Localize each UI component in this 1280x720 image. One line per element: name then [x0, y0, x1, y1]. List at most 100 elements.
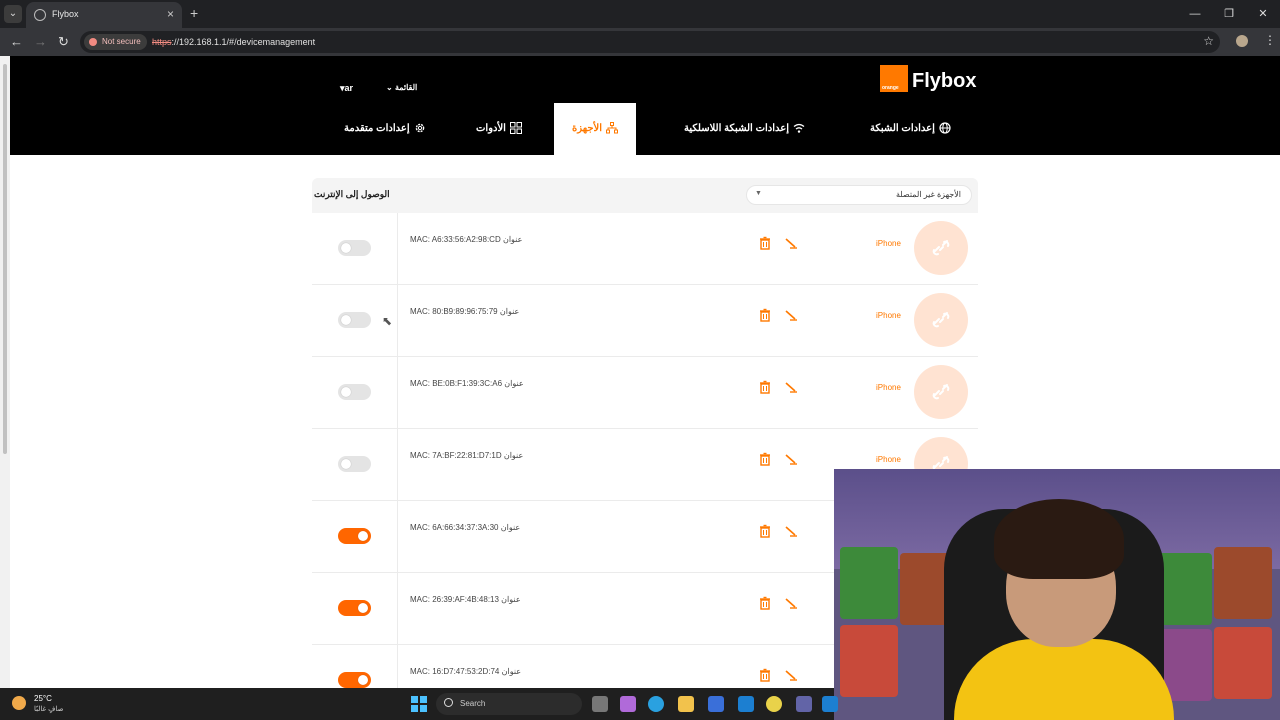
scroll-thumb[interactable]: [3, 64, 7, 454]
globe-icon: [34, 9, 46, 21]
nav-devices[interactable]: الأجهزة: [554, 103, 636, 155]
weather-icon[interactable]: [12, 696, 26, 710]
omnibox[interactable]: Not secure https://192.168.1.1/#/devicem…: [80, 31, 1220, 53]
edit-icon[interactable]: [784, 668, 798, 682]
orange-logo[interactable]: orange: [880, 65, 908, 92]
trash-icon[interactable]: [758, 308, 772, 322]
minimize-icon[interactable]: —: [1178, 0, 1212, 28]
tab-title: Flybox: [52, 9, 79, 19]
reload-icon[interactable]: ↻: [58, 34, 69, 50]
weather-condition: صافٍ غالبًا: [34, 706, 64, 713]
menu-dropdown[interactable]: ⌄ القائمة: [386, 83, 417, 92]
language-selector[interactable]: ▾ar: [340, 83, 353, 94]
brand-title: Flybox: [912, 70, 977, 92]
store-icon[interactable]: [708, 696, 724, 712]
device-mac: MAC: A6:33:56:A2:98:CD عنوان: [410, 235, 523, 244]
device-name[interactable]: iPhone: [876, 239, 901, 248]
windows-taskbar: 25°C صافٍ غالبًا Search: [0, 688, 838, 720]
bookmark-star-icon[interactable]: ☆: [1203, 34, 1214, 48]
link-broken-icon: [932, 384, 950, 400]
internet-access-toggle[interactable]: [338, 528, 371, 544]
cereal-box: [1214, 627, 1272, 699]
teams-icon[interactable]: [796, 696, 812, 712]
file-explorer-icon[interactable]: [678, 696, 694, 712]
mouse-cursor: ⬉: [382, 314, 393, 328]
column-divider: [397, 213, 398, 285]
column-divider: [397, 429, 398, 501]
device-avatar: [914, 365, 968, 419]
trash-icon[interactable]: [758, 452, 772, 466]
edit-icon[interactable]: [784, 380, 798, 394]
device-mac: MAC: 7A:BF:22:81:D7:1D عنوان: [410, 451, 524, 460]
webcam-overlay: [834, 469, 1280, 720]
edit-icon[interactable]: [784, 452, 798, 466]
trash-icon[interactable]: [758, 668, 772, 682]
cereal-box: [1214, 547, 1272, 619]
tab-search-icon[interactable]: ⌄: [4, 5, 22, 23]
edit-icon[interactable]: [784, 308, 798, 322]
internet-access-toggle[interactable]: [338, 240, 371, 256]
site-header: ▾ar ⌄ القائمة orange Flybox إعدادات الشب…: [10, 56, 1280, 155]
internet-access-toggle[interactable]: [338, 456, 371, 472]
restore-icon[interactable]: ❐: [1212, 0, 1246, 28]
trash-icon[interactable]: [758, 596, 772, 610]
trash-icon[interactable]: [758, 236, 772, 250]
internet-access-toggle[interactable]: [338, 312, 371, 328]
grid-icon: [509, 122, 522, 135]
taskbar-search[interactable]: Search: [436, 693, 582, 715]
cereal-box: [840, 547, 898, 619]
profile-avatar[interactable]: [1236, 35, 1248, 47]
page-scrollbar[interactable]: [0, 56, 10, 688]
device-mac: MAC: 16:D7:47:53:2D:74 عنوان: [410, 667, 522, 676]
forward-icon[interactable]: →: [34, 34, 47, 49]
device-name[interactable]: iPhone: [876, 383, 901, 392]
weather-temperature: 25°C: [34, 694, 52, 703]
column-divider: [397, 501, 398, 573]
device-mac: MAC: 6A:66:34:37:3A:30 عنوان: [410, 523, 521, 532]
outlook-icon[interactable]: [738, 696, 754, 712]
url-text[interactable]: https://192.168.1.1/#/devicemanagement: [152, 37, 315, 47]
device-row: MAC: A6:33:56:A2:98:CD عنوان iPhone: [312, 213, 978, 285]
edit-icon[interactable]: [784, 596, 798, 610]
device-name[interactable]: iPhone: [876, 311, 901, 320]
app-icon[interactable]: [822, 696, 838, 712]
internet-access-toggle[interactable]: [338, 384, 371, 400]
trash-icon[interactable]: [758, 380, 772, 394]
start-icon[interactable]: [411, 696, 427, 712]
close-tab-icon[interactable]: ×: [167, 7, 174, 21]
trash-icon[interactable]: [758, 524, 772, 538]
column-divider: [397, 285, 398, 357]
browser-tab-bar: ⌄ Flybox × + — ❐ ✕: [0, 0, 1280, 28]
device-row: MAC: BE:0B:F1:39:3C:A6 عنوان iPhone: [312, 357, 978, 429]
device-name[interactable]: iPhone: [876, 455, 901, 464]
device-filter-select[interactable]: ▼ الأجهزة غير المتصلة: [746, 185, 972, 205]
link-broken-icon: [932, 240, 950, 256]
nav-wireless-settings[interactable]: إعدادات الشبكة اللاسلكية: [684, 103, 805, 155]
browser-tab[interactable]: Flybox ×: [26, 2, 182, 28]
link-broken-icon: [932, 312, 950, 328]
edit-icon[interactable]: [784, 524, 798, 538]
gear-icon: [415, 124, 424, 133]
new-tab-button[interactable]: +: [190, 5, 198, 21]
browser-menu-icon[interactable]: ⋮: [1264, 33, 1276, 47]
internet-access-toggle[interactable]: [338, 600, 371, 616]
network-nodes-icon: [606, 122, 619, 134]
nav-advanced-settings[interactable]: إعدادات متقدمة: [344, 103, 426, 155]
close-window-icon[interactable]: ✕: [1246, 0, 1280, 28]
chrome-icon[interactable]: [766, 696, 782, 712]
column-divider: [397, 573, 398, 645]
copilot-icon[interactable]: [620, 696, 636, 712]
internet-access-toggle[interactable]: [338, 672, 371, 688]
device-mac: MAC: 80:B9:89:96:75:79 عنوان: [410, 307, 520, 316]
nav-network-settings[interactable]: إعدادات الشبكة: [870, 103, 951, 155]
nav-tools[interactable]: الأدوات: [476, 103, 522, 155]
search-icon: [444, 698, 453, 707]
caret-down-icon: ▼: [755, 190, 762, 197]
internet-access-header: الوصول إلى الإنترنت: [314, 189, 390, 199]
edit-icon[interactable]: [784, 236, 798, 250]
security-badge[interactable]: Not secure: [84, 34, 147, 50]
cereal-box: [840, 625, 898, 697]
task-view-icon[interactable]: [592, 696, 608, 712]
edge-icon[interactable]: [648, 696, 664, 712]
back-icon[interactable]: ←: [10, 34, 23, 49]
